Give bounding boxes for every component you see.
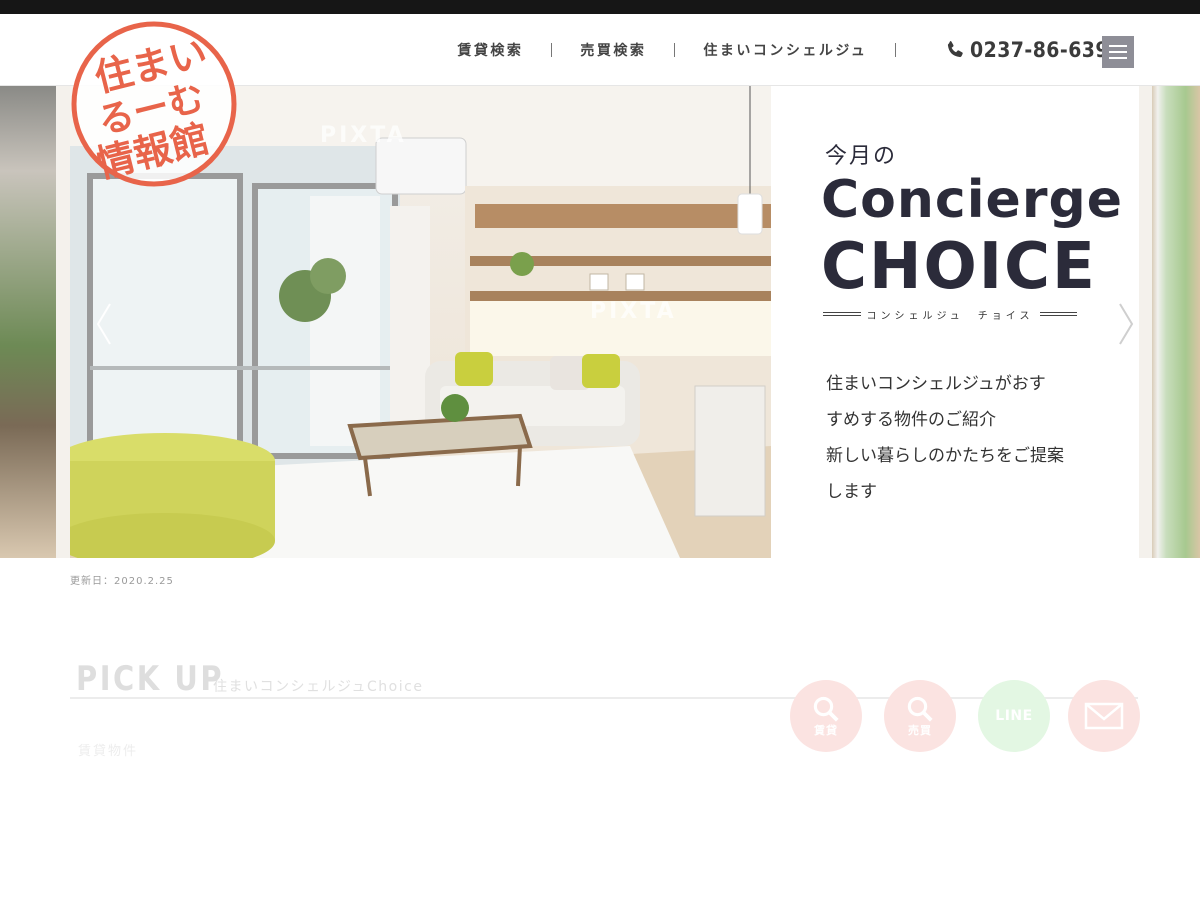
description-line: します (826, 482, 877, 502)
panel-subtitle: 今月の (825, 144, 898, 169)
rent-label: 賃貸 (814, 724, 838, 737)
concierge-choice-panel: 今月の Concierge CHOICE コンシェルジュ チョイス 住まいコンシ… (771, 86, 1139, 558)
search-icon (907, 696, 933, 722)
nav-divider (674, 43, 676, 57)
nav-item-concierge[interactable]: 住まいコンシェルジュ (703, 40, 867, 60)
panel-description: 住まいコンシェルジュがおす すめする物件のご紹介 新しい暮らしのかたちをご提案 … (826, 366, 1086, 510)
prev-slide-peek[interactable] (0, 86, 56, 558)
line-label: LINE (995, 708, 1033, 724)
phone-icon (948, 41, 964, 58)
main-nav: 賃貸検索 売買検索 住まいコンシェルジュ 0237-86-6396 (457, 14, 1140, 86)
description-line: 住まいコンシェルジュがおす (826, 374, 1046, 394)
panel-title-choice: CHOICE (821, 230, 1097, 304)
hamburger-menu-button[interactable] (1102, 36, 1134, 68)
logo-stamp: 住まい るーむ 情報館 (71, 21, 237, 187)
chevron-right-icon[interactable] (1116, 302, 1136, 346)
next-slide-peek[interactable] (1152, 86, 1200, 558)
updated-date: 更新日：2020.2.25 (70, 576, 174, 587)
rule-line (823, 312, 861, 316)
pickup-subheading: 賃貸物件 (78, 744, 139, 759)
sale-search-button[interactable]: 売買 (884, 680, 956, 752)
pickup-subtitle: 住まいコンシェルジュChoice (213, 679, 424, 695)
line-button[interactable]: LINE (978, 680, 1050, 752)
rent-search-button[interactable]: 賃貸 (790, 680, 862, 752)
search-icon (813, 696, 839, 722)
hamburger-icon (1109, 45, 1127, 47)
top-bar (0, 0, 1200, 14)
nav-divider (551, 43, 553, 57)
nav-item-rent-search[interactable]: 賃貸検索 (457, 40, 523, 60)
site-logo[interactable]: 住まい るーむ 情報館 (70, 20, 238, 188)
phone-number: 0237-86-6396 (970, 38, 1124, 62)
mail-button[interactable] (1068, 680, 1140, 752)
chevron-left-icon[interactable] (94, 302, 114, 346)
watermark: PIXTA (320, 123, 407, 148)
rule-text: コンシェルジュ チョイス (866, 310, 1034, 322)
description-line: 新しい暮らしのかたちをご提案 (826, 446, 1064, 466)
pickup-section-header: PICK UP 住まいコンシェルジュChoice (70, 655, 1138, 699)
watermark: PIXTA (590, 299, 677, 324)
panel-title-concierge: Concierge (821, 170, 1123, 230)
description-line: すめする物件のご紹介 (826, 410, 996, 430)
panel-rule: コンシェルジュ チョイス (823, 308, 1077, 322)
hamburger-icon (1109, 51, 1127, 53)
nav-divider (895, 43, 897, 57)
sale-label: 売買 (908, 724, 932, 737)
rule-line (1039, 312, 1077, 316)
hamburger-icon (1109, 57, 1127, 59)
mail-icon (1084, 702, 1124, 730)
nav-item-sale-search[interactable]: 売買検索 (580, 40, 646, 60)
pickup-title: PICK UP (76, 659, 225, 699)
